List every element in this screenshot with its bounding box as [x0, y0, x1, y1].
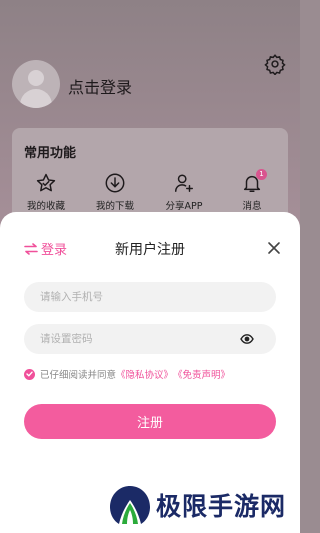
password-input[interactable]: [24, 324, 276, 354]
avatar-head: [28, 70, 44, 86]
watermark-text: 极限手游网: [156, 492, 287, 521]
close-icon[interactable]: [266, 240, 282, 256]
share-user-icon: [175, 174, 193, 192]
func-messages-label: 消息: [242, 201, 262, 212]
star-icon: [36, 173, 56, 192]
phone-input[interactable]: [24, 282, 276, 312]
agree-checkbox[interactable]: [24, 368, 35, 380]
agreement-row: 已仔细阅读并同意 《隐私协议》 《免责声明》: [24, 367, 230, 381]
func-favorites[interactable]: 我的收藏: [16, 172, 76, 212]
func-downloads[interactable]: 我的下载: [85, 172, 145, 212]
func-favorites-label: 我的收藏: [26, 201, 65, 212]
sheet-title: 新用户注册: [115, 242, 185, 258]
card-title: 常用功能: [24, 146, 77, 161]
privacy-link[interactable]: 《隐私协议》: [116, 367, 173, 381]
watermark-logo-icon: [110, 486, 150, 524]
func-share-app[interactable]: 分享APP: [154, 172, 214, 212]
func-messages[interactable]: 1 消息: [222, 169, 282, 212]
eye-icon[interactable]: [240, 333, 254, 345]
register-button[interactable]: 注册: [24, 404, 276, 439]
disclaimer-link[interactable]: 《免责声明》: [173, 367, 230, 381]
gear-icon[interactable]: [264, 53, 286, 75]
agree-text: 已仔细阅读并同意: [40, 370, 117, 381]
func-share-app-label: 分享APP: [165, 201, 203, 212]
check-icon: [26, 371, 33, 377]
avatar-shoulders: [20, 89, 52, 108]
func-downloads-label: 我的下载: [95, 201, 134, 212]
message-badge: 1: [256, 169, 267, 180]
login-prompt[interactable]: 点击登录: [68, 74, 132, 98]
watermark: 极限手游网: [108, 484, 286, 526]
download-icon: [105, 173, 125, 193]
avatar[interactable]: [12, 60, 60, 108]
